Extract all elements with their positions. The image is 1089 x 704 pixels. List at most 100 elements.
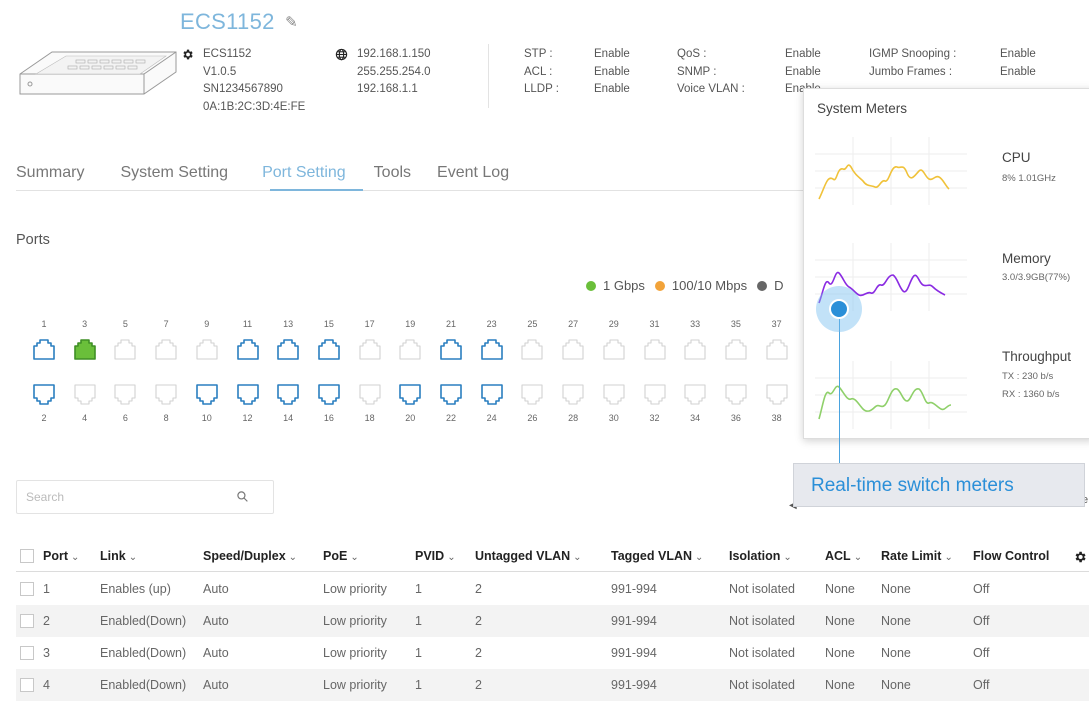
port-24-icon[interactable] <box>480 383 504 412</box>
port-22-icon[interactable] <box>439 383 463 412</box>
table-row[interactable]: 2 Enabled(Down) Auto Low priority 1 2 991-994 N… <box>16 605 1089 637</box>
port-12-icon[interactable] <box>236 383 260 412</box>
table-row[interactable]: 1 Enables (up) Auto Low priority 1 2 991-994 No… <box>16 573 1089 605</box>
col-poe[interactable]: PoE ⌄ <box>323 540 359 572</box>
acl-value: Enable <box>594 65 630 78</box>
col-link[interactable]: Link ⌄ <box>100 540 137 572</box>
port-2-icon[interactable] <box>32 383 56 412</box>
search-icon[interactable] <box>236 490 249 508</box>
port-31-icon[interactable] <box>643 337 667 366</box>
port-13-icon[interactable] <box>276 337 300 366</box>
legend-item-100-10mbps: 100/10 Mbps <box>654 278 747 293</box>
col-isolation[interactable]: Isolation ⌄ <box>729 540 792 572</box>
cell-link: Enabled(Down) <box>100 678 187 692</box>
port-18-icon[interactable] <box>358 383 382 412</box>
cell-link: Enables (up) <box>100 582 171 596</box>
tab-system-setting[interactable]: System Setting <box>120 164 228 182</box>
port-25-icon[interactable] <box>520 337 544 366</box>
row-checkbox[interactable] <box>20 614 34 628</box>
col-speed-duplex[interactable]: Speed/Duplex ⌄ <box>203 540 297 572</box>
port-4-icon[interactable] <box>73 383 97 412</box>
tab-tools[interactable]: Tools <box>374 164 411 182</box>
row-checkbox[interactable] <box>20 582 34 596</box>
port-26-icon[interactable] <box>520 383 544 412</box>
subnet-mask: 255.255.254.0 <box>357 65 431 78</box>
port-21-icon[interactable] <box>439 337 463 366</box>
port-28-icon[interactable] <box>561 383 585 412</box>
port-10-icon[interactable] <box>195 383 219 412</box>
tab-summary[interactable]: Summary <box>16 164 84 182</box>
column-settings-gear-icon[interactable] <box>1073 550 1087 569</box>
port-29-icon[interactable] <box>602 337 626 366</box>
col-link-label: Link <box>100 549 126 563</box>
row-checkbox[interactable] <box>20 646 34 660</box>
cell-pvid: 1 <box>415 614 422 628</box>
col-flow-control[interactable]: Flow Control <box>973 540 1049 572</box>
table-row[interactable]: 3 Enabled(Down) Auto Low priority 1 2 991-994 N… <box>16 637 1089 669</box>
col-tagged-vlan[interactable]: Tagged VLAN ⌄ <box>611 540 703 572</box>
cell-tagged: 991-994 <box>611 582 657 596</box>
port-number: 8 <box>163 413 169 423</box>
table-row[interactable]: 4 Enabled(Down) Auto Low priority 1 2 991-994 N… <box>16 669 1089 701</box>
port-20-icon[interactable] <box>398 383 422 412</box>
chevron-down-icon: ⌄ <box>944 552 953 563</box>
col-acl[interactable]: ACL ⌄ <box>825 540 862 572</box>
port-number: 30 <box>608 413 619 423</box>
port-27-icon[interactable] <box>561 337 585 366</box>
port-33-icon[interactable] <box>683 337 707 366</box>
tab-divider <box>16 190 806 191</box>
col-port[interactable]: Port ⌄ <box>43 540 79 572</box>
port-number: 17 <box>364 319 375 329</box>
voice-vlan-label: Voice VLAN : <box>677 83 745 95</box>
port-11-icon[interactable] <box>236 337 260 366</box>
port-15-icon[interactable] <box>317 337 341 366</box>
col-poe-label: PoE <box>323 549 348 563</box>
callout-hotspot[interactable] <box>829 299 849 319</box>
row-checkbox[interactable] <box>20 678 34 692</box>
gateway: 192.168.1.1 <box>357 83 418 95</box>
chevron-down-icon: ⌄ <box>573 552 582 563</box>
port-5-icon[interactable] <box>113 337 137 366</box>
snmp-value: Enable <box>785 65 821 78</box>
port-6-icon[interactable] <box>113 383 137 412</box>
port-37-icon[interactable] <box>765 337 789 366</box>
port-3-icon[interactable] <box>73 337 97 366</box>
port-1-icon[interactable] <box>32 337 56 366</box>
col-untagged-vlan[interactable]: Untagged VLAN ⌄ <box>475 540 582 572</box>
cell-untagged: 2 <box>475 614 482 628</box>
port-34-icon[interactable] <box>683 383 707 412</box>
port-19-icon[interactable] <box>398 337 422 366</box>
select-all-checkbox[interactable] <box>20 549 34 563</box>
cell-link: Enabled(Down) <box>100 614 187 628</box>
port-23-icon[interactable] <box>480 337 504 366</box>
col-rate-limit[interactable]: Rate Limit ⌄ <box>881 540 953 572</box>
port-number: 16 <box>323 413 334 423</box>
port-35-icon[interactable] <box>724 337 748 366</box>
orange-dot-icon <box>654 280 665 291</box>
port-16-icon[interactable] <box>317 383 341 412</box>
port-number: 32 <box>649 413 660 423</box>
tab-port-setting[interactable]: Port Setting <box>262 164 346 182</box>
col-pvid[interactable]: PVID ⌄ <box>415 540 456 572</box>
port-9-icon[interactable] <box>195 337 219 366</box>
port-number: 26 <box>527 413 538 423</box>
throughput-chart <box>815 361 967 429</box>
chevron-down-icon: ⌄ <box>128 552 138 563</box>
search-input[interactable] <box>17 481 237 513</box>
device-info: ECS1152 V1.0.5 SN1234567890 0A:1B:2C:3D:… <box>181 46 305 116</box>
globe-icon <box>335 48 357 61</box>
port-32-icon[interactable] <box>643 383 667 412</box>
port-36-icon[interactable] <box>724 383 748 412</box>
port-7-icon[interactable] <box>154 337 178 366</box>
tab-event-log[interactable]: Event Log <box>437 164 509 182</box>
gray-dot-icon <box>757 280 768 291</box>
port-38-icon[interactable] <box>765 383 789 412</box>
cell-poe: Low priority <box>323 614 387 628</box>
port-17-icon[interactable] <box>358 337 382 366</box>
edit-icon[interactable]: ✎ <box>285 14 298 31</box>
port-14-icon[interactable] <box>276 383 300 412</box>
cell-untagged: 2 <box>475 646 482 660</box>
port-number: 19 <box>405 319 416 329</box>
port-8-icon[interactable] <box>154 383 178 412</box>
port-30-icon[interactable] <box>602 383 626 412</box>
